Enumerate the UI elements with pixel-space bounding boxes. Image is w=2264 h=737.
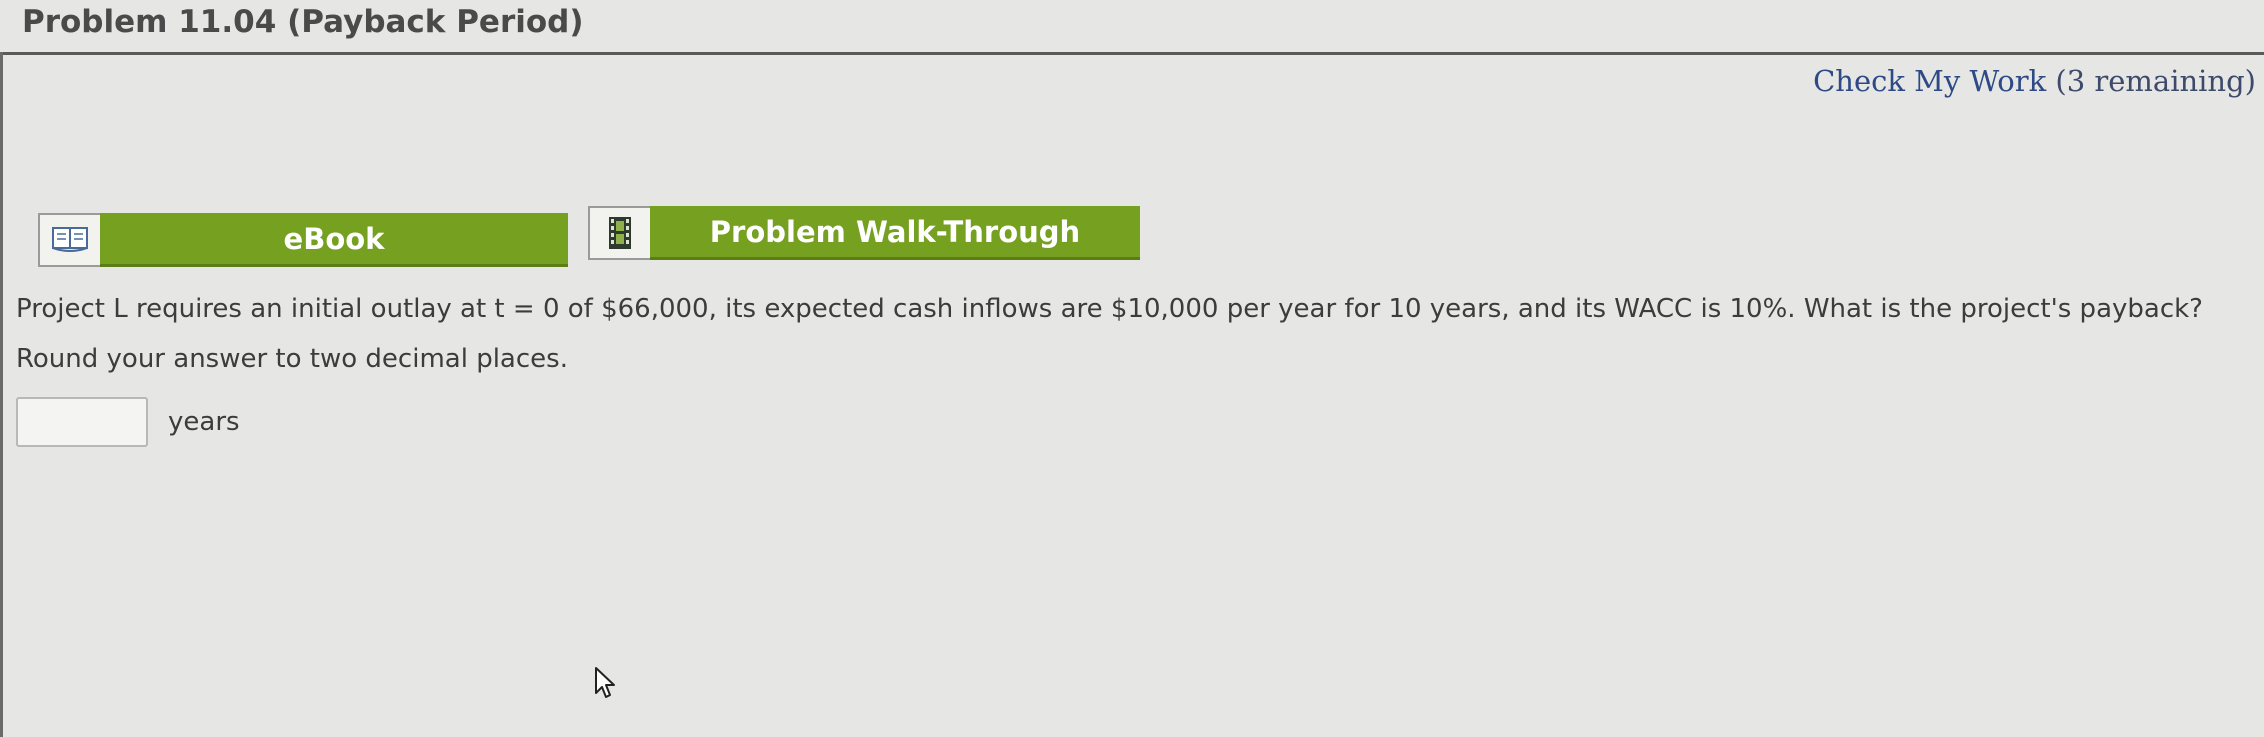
check-my-work: Check My Work (3 remaining) [1813,64,2256,98]
page-title: Problem 11.04 (Payback Period) [22,4,584,40]
question-text: Project L requires an initial outlay at … [16,294,2203,374]
walkthrough-button-group[interactable]: Problem Walk-Through [588,206,1140,260]
answer-unit-label: years [168,407,240,437]
answer-row: years [16,397,240,447]
check-my-work-remaining: (3 remaining) [2055,64,2256,98]
book-icon[interactable] [38,213,100,267]
ebook-button[interactable]: eBook [100,213,568,267]
ebook-button-group[interactable]: eBook [38,213,568,267]
mouse-pointer-icon [594,666,618,704]
content-border-left [0,52,3,737]
film-icon[interactable] [588,206,650,260]
payback-answer-input[interactable] [16,397,148,447]
header-divider [0,52,2264,55]
problem-walkthrough-button[interactable]: Problem Walk-Through [650,206,1140,260]
check-my-work-link[interactable]: Check My Work [1813,64,2046,98]
